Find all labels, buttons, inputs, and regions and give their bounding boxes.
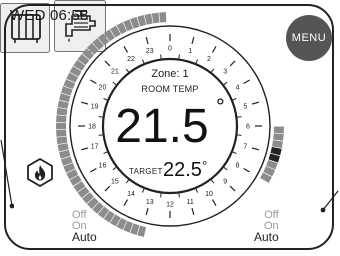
schedule-block	[56, 107, 68, 116]
hour-tick	[243, 167, 250, 173]
hour-tick	[80, 101, 89, 105]
hour-tick	[229, 60, 236, 67]
hour-label: 4	[236, 85, 240, 92]
minor-tick	[112, 81, 118, 86]
minor-tick	[210, 68, 215, 74]
hour-tick	[191, 36, 195, 45]
hour-label: 2	[207, 56, 211, 63]
hour-tick	[145, 36, 149, 45]
hour-tick	[211, 199, 217, 206]
hour-label: 1	[188, 48, 192, 55]
hour-tick	[145, 207, 149, 216]
hour-label: 20	[99, 85, 107, 92]
hour-label: 9	[223, 179, 227, 186]
hour-label: 12	[166, 202, 174, 209]
zone-label: Zone: 1	[151, 68, 188, 80]
hour-label: 8	[236, 163, 240, 170]
thermostat-dial: 0 1234567891011121314151617181920212223 Z…	[56, 12, 284, 237]
schedule-block	[273, 126, 284, 134]
schedule-block	[56, 136, 68, 145]
minor-tick	[112, 166, 118, 171]
hour-label: 7	[243, 144, 247, 151]
schedule-block	[272, 140, 283, 149]
hot-water-mode-auto[interactable]: Auto	[254, 231, 279, 243]
target-label: TARGET	[129, 167, 163, 176]
minor-tick	[222, 166, 228, 171]
hour-label: 0	[168, 46, 172, 53]
hour-tick	[104, 185, 111, 192]
schedule-block	[57, 143, 69, 152]
hot-water-mode-selector: Off On Auto	[254, 210, 279, 244]
flame-icon	[27, 158, 53, 187]
hour-label: 18	[88, 124, 96, 131]
minor-tick	[178, 54, 180, 60]
hour-tick	[191, 207, 195, 216]
hour-label: 13	[146, 199, 154, 206]
hour-tick	[243, 79, 250, 85]
target-value-number: 22.5	[163, 159, 202, 181]
hour-label: 3	[223, 68, 227, 75]
room-temp-value: 21.5	[115, 100, 208, 153]
hour-label: 22	[127, 56, 135, 63]
hour-label: 21	[111, 68, 119, 75]
minor-tick	[125, 178, 130, 184]
hour-tick	[229, 185, 236, 192]
minor-tick	[236, 134, 242, 136]
heating-callout-line	[0, 140, 14, 209]
hour-label: 17	[91, 144, 99, 151]
hour-tick	[90, 167, 97, 173]
schedule-block	[151, 12, 160, 24]
hour-label: 5	[243, 103, 247, 110]
minor-tick	[125, 68, 130, 74]
schedule-block	[56, 122, 67, 130]
hour-label: 23	[146, 48, 154, 55]
hour-label: 14	[127, 191, 135, 198]
hour-tick	[90, 79, 97, 85]
hour-label: 19	[91, 103, 99, 110]
hour-label: 10	[205, 191, 213, 198]
hour-label: 16	[99, 163, 107, 170]
heating-mode-selector: Off On Auto	[72, 210, 97, 244]
target-degree: °	[202, 158, 207, 173]
minor-tick	[98, 116, 104, 118]
hour-tick	[211, 46, 217, 53]
heating-mode-auto[interactable]: Auto	[72, 231, 97, 243]
minor-tick	[236, 116, 242, 118]
schedule-block	[144, 13, 153, 25]
minor-tick	[160, 54, 162, 60]
minor-tick	[222, 81, 228, 86]
minor-tick	[178, 192, 180, 198]
hour-tick	[123, 199, 129, 206]
schedule-block	[57, 100, 69, 109]
hour-tick	[80, 147, 89, 151]
hour-tick	[123, 46, 129, 53]
hour-label: 11	[187, 199, 194, 206]
hour-tick	[104, 60, 111, 67]
room-temp-label: ROOM TEMP	[141, 84, 198, 94]
schedule-block	[273, 133, 284, 141]
hour-tick	[251, 147, 260, 151]
minor-tick	[210, 178, 215, 184]
schedule-block	[56, 115, 67, 123]
room-temp-degree: °	[216, 94, 225, 119]
hour-label: 6	[246, 124, 250, 131]
schedule-block	[159, 12, 167, 23]
minor-tick	[98, 134, 104, 136]
hour-label: 15	[111, 179, 119, 186]
schedule-block	[56, 129, 67, 137]
target-temp-value[interactable]: 22.5°	[163, 158, 207, 181]
hour-tick	[251, 101, 260, 105]
hot-water-callout-line	[320, 190, 339, 213]
minor-tick	[160, 192, 162, 198]
